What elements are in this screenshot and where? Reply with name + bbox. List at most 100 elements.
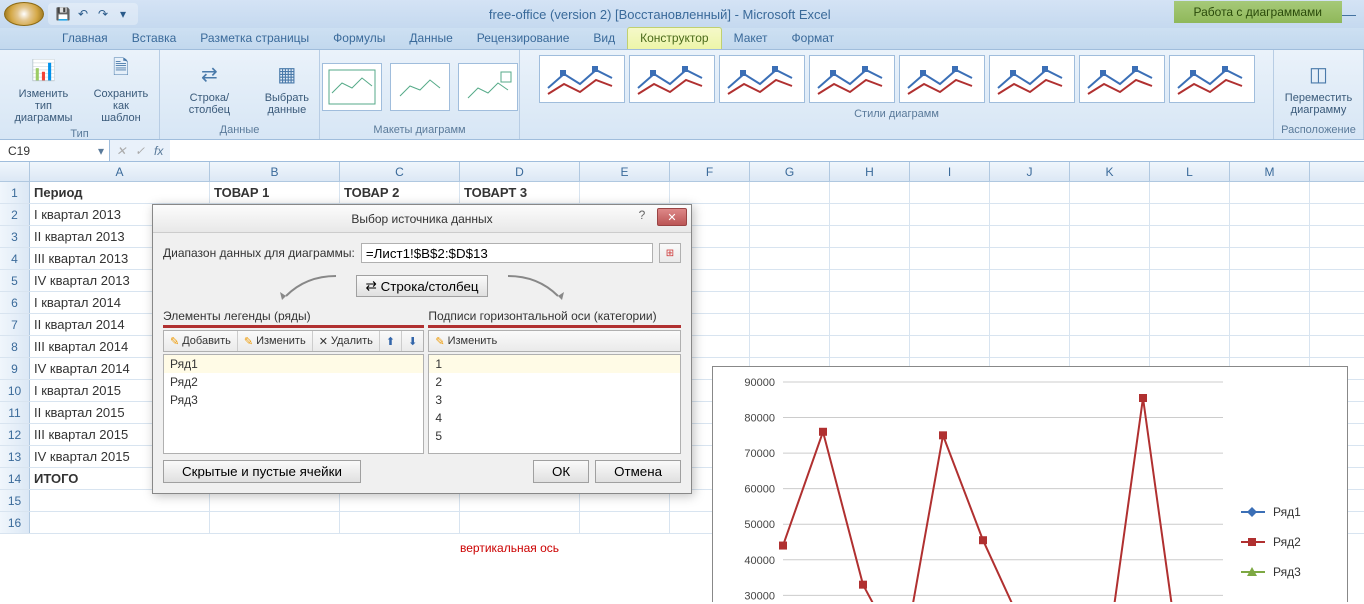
column-header-C[interactable]: C: [340, 162, 460, 181]
cell[interactable]: [750, 314, 830, 335]
minimize-icon[interactable]: —: [1342, 6, 1356, 22]
chart-style-6[interactable]: [989, 55, 1075, 103]
cell[interactable]: [1070, 336, 1150, 357]
chart-style-8[interactable]: [1169, 55, 1255, 103]
cell[interactable]: [750, 204, 830, 225]
chart-style-1[interactable]: [539, 55, 625, 103]
cell[interactable]: [910, 270, 990, 291]
cell[interactable]: [1070, 314, 1150, 335]
move-down-button[interactable]: ⬇: [402, 331, 423, 351]
embedded-chart[interactable]: 0100002000030000400005000060000700008000…: [712, 366, 1348, 602]
save-template-button[interactable]: 🗎 Сохранить как шаблон: [89, 52, 153, 126]
change-chart-type-button[interactable]: 📊 Изменить тип диаграммы: [6, 52, 81, 126]
cell[interactable]: [1230, 226, 1310, 247]
tab-данные[interactable]: Данные: [397, 28, 464, 49]
cell[interactable]: [750, 292, 830, 313]
cell[interactable]: [830, 292, 910, 313]
switch-row-col-button[interactable]: ⇄ Строка/столбец: [166, 56, 253, 118]
column-header-G[interactable]: G: [750, 162, 830, 181]
switch-row-column-button[interactable]: ⇄Строка/столбец: [356, 275, 487, 297]
cell[interactable]: [750, 336, 830, 357]
series-listbox[interactable]: Ряд1Ряд2Ряд3: [163, 354, 424, 454]
cell[interactable]: [750, 248, 830, 269]
cell[interactable]: [910, 292, 990, 313]
list-item[interactable]: 4: [429, 409, 680, 427]
cell[interactable]: [1070, 204, 1150, 225]
namebox-dropdown-icon[interactable]: ▾: [93, 144, 109, 158]
cell[interactable]: [340, 512, 460, 533]
cell[interactable]: [990, 226, 1070, 247]
cell[interactable]: [670, 182, 750, 203]
row-header-15[interactable]: 15: [0, 490, 30, 511]
row-header-4[interactable]: 4: [0, 248, 30, 269]
save-icon[interactable]: 💾: [54, 5, 72, 23]
column-header-B[interactable]: B: [210, 162, 340, 181]
cell[interactable]: [830, 314, 910, 335]
list-item[interactable]: 3: [429, 391, 680, 409]
cell[interactable]: [910, 336, 990, 357]
cell[interactable]: [750, 226, 830, 247]
delete-series-button[interactable]: ✕Удалить: [313, 331, 380, 351]
cell[interactable]: [830, 336, 910, 357]
cell[interactable]: [1150, 226, 1230, 247]
row-header-16[interactable]: 16: [0, 512, 30, 533]
cell[interactable]: [1230, 204, 1310, 225]
cell[interactable]: ТОВАР 2: [340, 182, 460, 203]
chart-style-3[interactable]: [719, 55, 805, 103]
cell[interactable]: [1150, 204, 1230, 225]
cell[interactable]: ТОВАРТ 3: [460, 182, 580, 203]
tab-рецензирование[interactable]: Рецензирование: [465, 28, 582, 49]
cell[interactable]: [1150, 182, 1230, 203]
cell[interactable]: [1230, 270, 1310, 291]
add-series-button[interactable]: ✎Добавить: [164, 331, 238, 351]
cell[interactable]: [990, 248, 1070, 269]
move-chart-button[interactable]: ◫ Переместить диаграмму: [1281, 56, 1356, 118]
qat-dropdown-icon[interactable]: ▾: [114, 5, 132, 23]
redo-icon[interactable]: ↷: [94, 5, 112, 23]
row-header-14[interactable]: 14: [0, 468, 30, 489]
cell[interactable]: [1230, 314, 1310, 335]
chart-layout-1[interactable]: [322, 63, 382, 111]
edit-axis-button[interactable]: ✎Изменить: [429, 331, 503, 351]
select-data-button[interactable]: ▦ Выбрать данные: [261, 56, 313, 118]
chart-style-2[interactable]: [629, 55, 715, 103]
cell[interactable]: [830, 270, 910, 291]
cell[interactable]: [910, 226, 990, 247]
column-header-D[interactable]: D: [460, 162, 580, 181]
help-icon[interactable]: ?: [633, 208, 651, 222]
cell[interactable]: [580, 512, 670, 533]
tab-разметка страницы[interactable]: Разметка страницы: [188, 28, 321, 49]
cell[interactable]: [990, 182, 1070, 203]
cell[interactable]: [1070, 248, 1150, 269]
row-header-8[interactable]: 8: [0, 336, 30, 357]
column-header-L[interactable]: L: [1150, 162, 1230, 181]
cell[interactable]: [830, 204, 910, 225]
cell[interactable]: Период: [30, 182, 210, 203]
cell[interactable]: [910, 248, 990, 269]
cell[interactable]: [1070, 270, 1150, 291]
cell[interactable]: [1150, 248, 1230, 269]
list-item[interactable]: 5: [429, 427, 680, 445]
cell[interactable]: [1230, 248, 1310, 269]
cancel-icon[interactable]: ✕: [114, 144, 129, 158]
cell[interactable]: [1070, 226, 1150, 247]
tab-главная[interactable]: Главная: [50, 28, 120, 49]
cell[interactable]: [460, 512, 580, 533]
column-header-H[interactable]: H: [830, 162, 910, 181]
row-header-1[interactable]: 1: [0, 182, 30, 203]
cell[interactable]: [830, 226, 910, 247]
row-header-11[interactable]: 11: [0, 402, 30, 423]
tab-формулы[interactable]: Формулы: [321, 28, 397, 49]
office-button[interactable]: [4, 2, 44, 26]
row-header-10[interactable]: 10: [0, 380, 30, 401]
cell[interactable]: [1230, 182, 1310, 203]
row-header-5[interactable]: 5: [0, 270, 30, 291]
row-header-13[interactable]: 13: [0, 446, 30, 467]
cell[interactable]: [30, 512, 210, 533]
cancel-button[interactable]: Отмена: [595, 460, 681, 483]
row-header-7[interactable]: 7: [0, 314, 30, 335]
row-header-6[interactable]: 6: [0, 292, 30, 313]
cell[interactable]: [1070, 292, 1150, 313]
list-item[interactable]: Ряд3: [164, 391, 423, 409]
tab-макет[interactable]: Макет: [722, 28, 780, 49]
